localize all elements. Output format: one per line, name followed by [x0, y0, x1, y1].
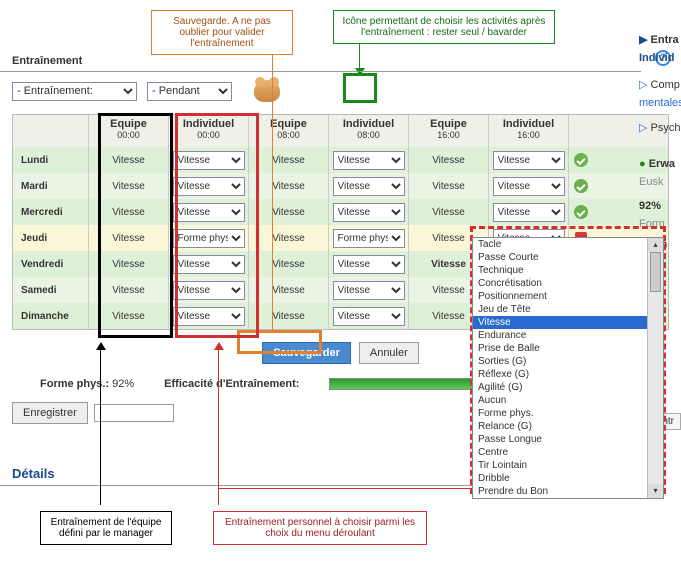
cell: Vitesse: [409, 199, 489, 225]
form-value: 92%: [112, 378, 134, 390]
cell: Vitesse: [249, 199, 329, 225]
register-button[interactable]: Enregistrer: [12, 402, 88, 424]
day-cell: Vendredi: [13, 251, 89, 277]
training-select-cell[interactable]: Vitesse: [333, 203, 405, 222]
training-select[interactable]: - Entraînement:: [12, 82, 137, 101]
day-cell: Lundi: [13, 147, 89, 173]
page-title-text: Entraînement: [12, 55, 82, 67]
day-cell: Dimanche: [13, 303, 89, 329]
dropdown-item[interactable]: Prise de Balle: [473, 342, 647, 355]
scroll-down[interactable]: ▾: [648, 484, 663, 498]
cell: Vitesse: [489, 199, 569, 225]
callout-team: Entraînement de l'équipe défini par le m…: [40, 511, 172, 545]
training-select-cell[interactable]: Vitesse: [333, 255, 405, 274]
right-sidebar: ▶ Entra Individ ▷ Comp mentales ▷ Psych …: [639, 30, 681, 255]
ok-icon: [574, 205, 588, 219]
day-cell: Samedi: [13, 277, 89, 303]
training-dropdown[interactable]: TaclePasse CourteTechniqueConcrétisation…: [472, 237, 664, 499]
cell: Vitesse: [249, 303, 329, 329]
dropdown-item[interactable]: Positionnement: [473, 290, 647, 303]
line-red-h: [218, 488, 478, 489]
cell: Vitesse: [329, 277, 409, 303]
training-select-cell[interactable]: Vitesse: [493, 151, 565, 170]
line-black: [100, 345, 101, 505]
cell: Vitesse: [249, 277, 329, 303]
cancel-button[interactable]: Annuler: [359, 342, 419, 364]
cell: Vitesse: [489, 147, 569, 173]
callout-save: Sauvegarde. A ne pas oublier pour valide…: [151, 10, 293, 55]
col-4: Equipe16:00: [409, 115, 489, 147]
arrow-black: [96, 342, 106, 350]
cell: Vitesse: [249, 173, 329, 199]
day-cell: Jeudi: [13, 225, 89, 251]
box-indiv-col: [175, 113, 259, 338]
dropdown-item[interactable]: Jeu de Tête: [473, 303, 647, 316]
cell: Vitesse: [329, 173, 409, 199]
dropdown-item[interactable]: Vitesse: [473, 316, 647, 329]
training-select-cell[interactable]: Vitesse: [493, 177, 565, 196]
ok-icon: [574, 179, 588, 193]
box-people-icon: [343, 73, 377, 103]
day-cell: Mercredi: [13, 199, 89, 225]
day-cell: Mardi: [13, 173, 89, 199]
dropdown-item[interactable]: Réflexe (G): [473, 368, 647, 381]
cell: Vitesse: [249, 225, 329, 251]
dropdown-item[interactable]: Prendre du Bon: [473, 485, 647, 498]
box-team-col: [98, 113, 173, 338]
line-green: [359, 42, 360, 72]
dropdown-item[interactable]: Passe Longue: [473, 433, 647, 446]
cell: Vitesse: [249, 147, 329, 173]
dropdown-item[interactable]: Passe Courte: [473, 251, 647, 264]
col-3: Individuel08:00: [329, 115, 409, 147]
col-2: Equipe08:00: [249, 115, 329, 147]
register-input[interactable]: [94, 404, 174, 422]
dropdown-item[interactable]: Endurance: [473, 329, 647, 342]
form-label: Forme phys.:: [40, 378, 109, 390]
dropdown-item[interactable]: Centre: [473, 446, 647, 459]
training-select-cell[interactable]: Vitesse: [333, 307, 405, 326]
eff-label: Efficacité d'Entraînement:: [164, 378, 299, 390]
scroll-up[interactable]: ▴: [648, 238, 663, 252]
callout-personal: Entraînement personnel à choisir parmi l…: [213, 511, 427, 545]
arrow-red: [214, 342, 224, 350]
line-red: [218, 345, 219, 505]
scrollbar[interactable]: ▴ ▾: [647, 238, 663, 498]
training-select-cell[interactable]: Vitesse: [333, 151, 405, 170]
page-title: Entraînement ?: [0, 46, 641, 72]
ok-icon: [574, 153, 588, 167]
training-select-cell[interactable]: Vitesse: [333, 281, 405, 300]
cell: Vitesse: [409, 173, 489, 199]
dropdown-item[interactable]: Sorties (G): [473, 355, 647, 368]
training-select-cell[interactable]: Forme phys: [333, 229, 405, 248]
cell: Vitesse: [249, 251, 329, 277]
people-icon[interactable]: [254, 80, 280, 102]
dropdown-item[interactable]: Relance (G): [473, 420, 647, 433]
period-select[interactable]: - Pendant: [147, 82, 232, 101]
dropdown-item[interactable]: Concrétisation: [473, 277, 647, 290]
line-orange: [272, 42, 273, 332]
dropdown-item[interactable]: Aucun: [473, 394, 647, 407]
training-select-cell[interactable]: Vitesse: [493, 203, 565, 222]
dropdown-item[interactable]: Tacle: [473, 238, 647, 251]
dropdown-item[interactable]: Agilité (G): [473, 381, 647, 394]
cell: Vitesse: [409, 147, 489, 173]
cell: Forme phys: [329, 225, 409, 251]
callout-icon: Icône permettant de choisir les activité…: [333, 10, 555, 44]
dropdown-item[interactable]: Tir Lointain: [473, 459, 647, 472]
cell: Vitesse: [329, 147, 409, 173]
cell: Vitesse: [489, 173, 569, 199]
efficiency-bar: [329, 378, 489, 390]
dropdown-item[interactable]: Forme phys.: [473, 407, 647, 420]
scroll-thumb[interactable]: [650, 252, 661, 292]
training-select-cell[interactable]: Vitesse: [333, 177, 405, 196]
cell: Vitesse: [329, 199, 409, 225]
dropdown-item[interactable]: Dribble: [473, 472, 647, 485]
col-5: Individuel16:00: [489, 115, 569, 147]
cell: Vitesse: [329, 303, 409, 329]
dropdown-item[interactable]: Technique: [473, 264, 647, 277]
cell: Vitesse: [329, 251, 409, 277]
